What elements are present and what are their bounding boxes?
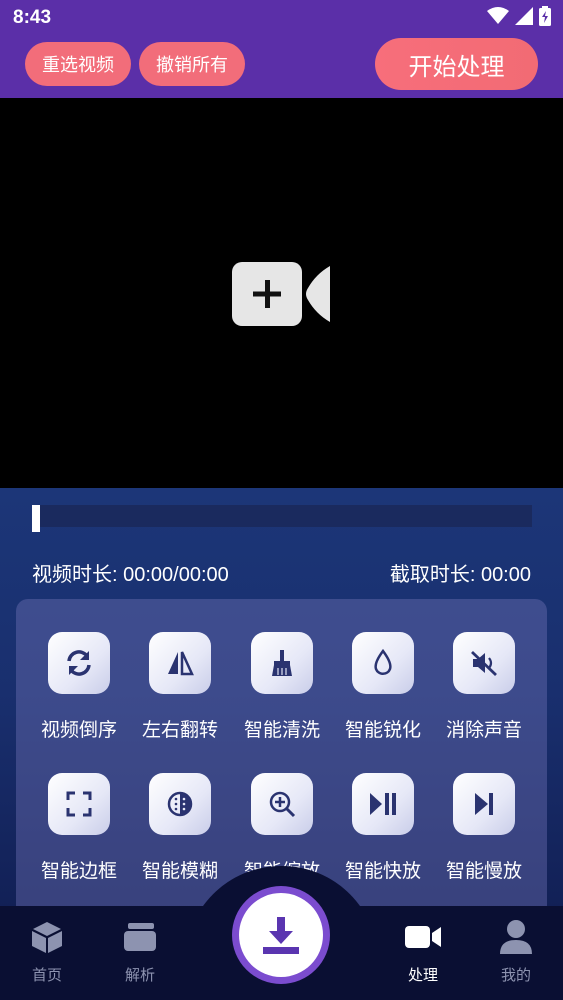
wifi-icon [487,7,509,24]
download-button[interactable] [232,886,330,984]
tool-slow-button[interactable] [453,773,515,835]
clip-duration: 截取时长: 00:00 [389,564,531,586]
progress-track[interactable] [32,505,532,527]
tool-fast-label: 智能快放 [344,860,421,882]
nav-label-home: 首页 [31,966,62,984]
nav-item-process[interactable]: 处理 [388,918,458,985]
cards-icon [124,923,156,951]
tool-sharpen[interactable]: 智能锐化 [335,632,431,742]
drop-icon [374,648,392,676]
screen: 8:43 重选视频 撤销所有 开始处理 视频时长: 00:00/00:00 截取… [0,0,563,1000]
tool-mute-button[interactable] [453,632,515,694]
nav-item-home[interactable]: 首页 [12,918,82,985]
blur-icon [167,791,193,817]
nav-label-process: 处理 [407,966,438,984]
download-icon [263,917,299,954]
tool-flip-button[interactable] [149,632,211,694]
download-inner [239,893,323,977]
cube-icon [32,922,62,953]
video-camera-icon [405,926,441,948]
tool-blur[interactable]: 智能模糊 [132,773,228,883]
header: 8:43 重选视频 撤销所有 开始处理 [0,0,563,98]
tool-reverse-label: 视频倒序 [40,719,117,741]
user-icon [500,920,532,954]
mute-icon [471,650,497,677]
tool-mute[interactable]: 消除声音 [436,632,532,742]
next-icon [475,793,493,815]
tool-clean-button[interactable] [251,632,313,694]
tool-blur-label: 智能模糊 [141,860,218,882]
broom-icon [272,650,292,676]
undo-all-button[interactable]: 撤销所有 [139,42,245,86]
tool-reverse[interactable]: 视频倒序 [31,632,127,742]
battery-icon [539,6,551,26]
tool-zoom-button[interactable] [251,773,313,835]
play-pause-icon [370,793,396,815]
tool-flip[interactable]: 左右翻转 [132,632,228,742]
zoom-in-icon [269,791,296,818]
frame-icon [66,791,92,817]
nav-label-mine: 我的 [500,966,531,984]
tool-sharpen-label: 智能锐化 [344,719,421,741]
tool-blur-button[interactable] [149,773,211,835]
nav-label-parse: 解析 [124,966,155,984]
add-video-icon[interactable] [232,262,332,326]
tool-slow-label: 智能慢放 [445,860,522,882]
tool-fast-button[interactable] [352,773,414,835]
status-time: 8:43 [13,7,52,28]
refresh-icon [67,650,91,676]
tool-clean-label: 智能清洗 [243,719,320,741]
nav-item-parse[interactable]: 解析 [105,918,175,985]
reselect-video-button[interactable]: 重选视频 [25,42,131,86]
status-bar: 8:43 [0,0,563,36]
progress-handle[interactable] [32,505,40,532]
flip-icon [168,651,194,676]
tool-flip-label: 左右翻转 [141,719,218,741]
tool-fast[interactable]: 智能快放 [335,773,431,883]
video-duration: 视频时长: 00:00/00:00 [32,564,229,586]
tool-reverse-button[interactable] [48,632,110,694]
tool-frame[interactable]: 智能边框 [31,773,127,883]
nav-item-mine[interactable]: 我的 [481,918,551,985]
tool-sharpen-button[interactable] [352,632,414,694]
tool-frame-label: 智能边框 [40,860,117,882]
tool-frame-button[interactable] [48,773,110,835]
status-icons [487,6,551,26]
tool-slow[interactable]: 智能慢放 [436,773,532,883]
signal-icon [515,7,533,25]
start-processing-button[interactable]: 开始处理 [375,38,538,90]
tool-mute-label: 消除声音 [445,719,522,741]
tool-clean[interactable]: 智能清洗 [234,632,330,742]
